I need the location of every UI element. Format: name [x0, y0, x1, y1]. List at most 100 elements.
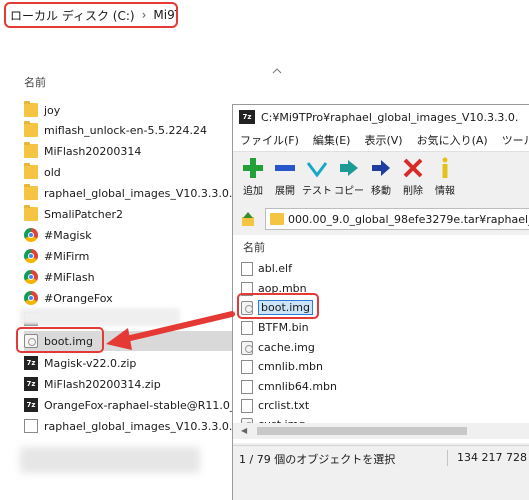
list-item[interactable]: BTFM.bin: [241, 318, 309, 337]
item-label: joy: [44, 103, 61, 117]
item-label: raphael_global_images_V10.3.3.0.PFK: [44, 186, 234, 200]
file-icon: [241, 359, 253, 374]
menu-favorites[interactable]: お気に入り(A): [410, 132, 495, 148]
list-item[interactable]: cache.img: [241, 338, 315, 357]
sort-ascending-icon[interactable]: [272, 66, 282, 76]
list-item[interactable]: 7z MiFlash20200314.zip: [24, 374, 234, 394]
menu-edit[interactable]: 編集(E): [306, 132, 358, 148]
list-item[interactable]: #Magisk: [24, 225, 234, 245]
list-item[interactable]: #MiFirm: [24, 246, 234, 266]
window-title: C:¥Mi9TPro¥raphael_global_images_V10.3.3…: [261, 110, 519, 124]
7zip-icon: 7z: [24, 398, 38, 412]
arrow-annotation-icon: [106, 311, 235, 350]
x-icon: [403, 158, 423, 178]
move-button[interactable]: 移動: [365, 152, 397, 202]
folder-icon: [24, 121, 38, 137]
7zip-icon: 7z: [24, 377, 38, 391]
up-folder-button[interactable]: [237, 208, 259, 230]
list-item[interactable]: SmaliPatcher2: [24, 204, 234, 224]
list-item[interactable]: abl.elf: [241, 259, 292, 278]
file-name: BTFM.bin: [258, 321, 309, 334]
chrome-icon: [24, 228, 38, 242]
folder-icon: [270, 213, 284, 225]
up-arrow-icon: [242, 212, 254, 226]
chrome-icon: [24, 291, 38, 305]
move-label: 移動: [371, 186, 391, 197]
info-label: 情報: [435, 186, 455, 197]
item-label: miflash_unlock-en-5.5.224.24: [44, 123, 207, 137]
selection-status: 1 / 79 個のオブジェクトを選択: [239, 453, 396, 466]
delete-button[interactable]: 削除: [397, 152, 429, 202]
file-icon: [241, 379, 253, 394]
info-icon: [442, 157, 448, 178]
folder-icon: [24, 184, 38, 200]
menu-file[interactable]: ファイル(F): [233, 132, 306, 148]
folder-icon: [24, 101, 38, 117]
7zip-window: 7z C:¥Mi9TPro¥raphael_global_images_V10.…: [232, 104, 529, 500]
delete-label: 削除: [403, 186, 423, 197]
title-bar[interactable]: 7z C:¥Mi9TPro¥raphael_global_images_V10.…: [233, 105, 529, 129]
7zip-app-icon: 7z: [239, 110, 255, 124]
status-divider: [447, 450, 448, 466]
archive-file-list: 名前 abl.elf aop.mbn boot.img BTFM.bin cac…: [233, 235, 529, 443]
name-column-header[interactable]: 名前: [24, 74, 46, 90]
menu-view[interactable]: 表示(V): [357, 132, 409, 148]
menu-tools[interactable]: ツール(: [495, 132, 529, 148]
status-bar: 1 / 79 個のオブジェクトを選択 134 217 728: [233, 445, 529, 470]
file-name: cache.img: [258, 341, 315, 354]
item-label: raphael_global_images_V10.3.3.0.PFK: [44, 419, 234, 433]
item-label: #MiFirm: [44, 249, 90, 263]
test-label: テスト: [302, 186, 332, 197]
chrome-icon: [24, 249, 38, 263]
item-label: old: [44, 165, 61, 179]
breadcrumb-drive[interactable]: ローカル ディスク (C:): [6, 7, 135, 24]
list-item[interactable]: raphael_global_images_V10.3.3.0.PFK: [24, 416, 234, 436]
check-icon: [306, 162, 328, 178]
list-item[interactable]: joy: [24, 100, 234, 120]
add-button[interactable]: 追加: [237, 152, 269, 202]
path-input[interactable]: 000.00_9.0_global_98efe3279e.tar¥raphael…: [265, 208, 529, 230]
list-item[interactable]: raphael_global_images_V10.3.3.0.PFK: [24, 183, 234, 203]
address-breadcrumb[interactable]: ローカル ディスク (C:) › Mi9TPro: [4, 2, 178, 28]
redacted-area: [20, 447, 200, 473]
list-item[interactable]: old: [24, 162, 234, 182]
file-name: cmnlib64.mbn: [258, 380, 337, 393]
list-item[interactable]: #MiFlash: [24, 267, 234, 287]
file-name: cmnlib.mbn: [258, 360, 323, 373]
text-file-icon: [241, 398, 253, 413]
list-item[interactable]: cmnlib64.mbn: [241, 377, 337, 396]
item-label: #MiFlash: [44, 270, 95, 284]
extract-button[interactable]: 展開: [269, 152, 301, 202]
minus-icon: [275, 165, 295, 171]
item-label: #Magisk: [44, 228, 92, 242]
path-text: 000.00_9.0_global_98efe3279e.tar¥raphael…: [288, 212, 529, 226]
item-label: MiFlash20200314: [44, 144, 142, 158]
list-item[interactable]: miflash_unlock-en-5.5.224.24: [24, 120, 234, 140]
info-button[interactable]: 情報: [429, 152, 461, 202]
folder-icon: [24, 142, 38, 158]
file-icon: [241, 261, 253, 276]
item-label: MiFlash20200314.zip: [44, 377, 161, 391]
copy-label: コピー: [334, 186, 364, 197]
highlight-box: [16, 327, 104, 353]
test-button[interactable]: テスト: [301, 152, 333, 202]
file-name: abl.elf: [258, 262, 292, 275]
horizontal-scrollbar[interactable]: ◀: [233, 423, 529, 439]
list-item[interactable]: crclist.txt: [241, 396, 309, 415]
item-label: SmaliPatcher2: [44, 207, 124, 221]
file-size: 134 217 728: [457, 451, 527, 464]
menu-bar: ファイル(F) 編集(E) 表示(V) お気に入り(A) ツール(: [233, 129, 529, 152]
7zip-icon: 7z: [24, 356, 38, 370]
file-name: crclist.txt: [258, 399, 310, 412]
file-icon: [24, 419, 38, 433]
list-item[interactable]: cmnlib.mbn: [241, 357, 323, 376]
copy-button[interactable]: コピー: [333, 152, 365, 202]
scrollbar-thumb[interactable]: [257, 427, 467, 435]
scroll-left-icon[interactable]: ◀: [241, 426, 247, 435]
list-item[interactable]: 7z OrangeFox-raphael-stable@R11.0_1: [24, 395, 234, 415]
copy-arrow-icon: [340, 160, 358, 176]
breadcrumb-folder[interactable]: Mi9TPro: [153, 8, 176, 22]
list-item[interactable]: MiFlash20200314: [24, 141, 234, 161]
name-column-header[interactable]: 名前: [243, 239, 265, 255]
add-label: 追加: [243, 186, 263, 197]
